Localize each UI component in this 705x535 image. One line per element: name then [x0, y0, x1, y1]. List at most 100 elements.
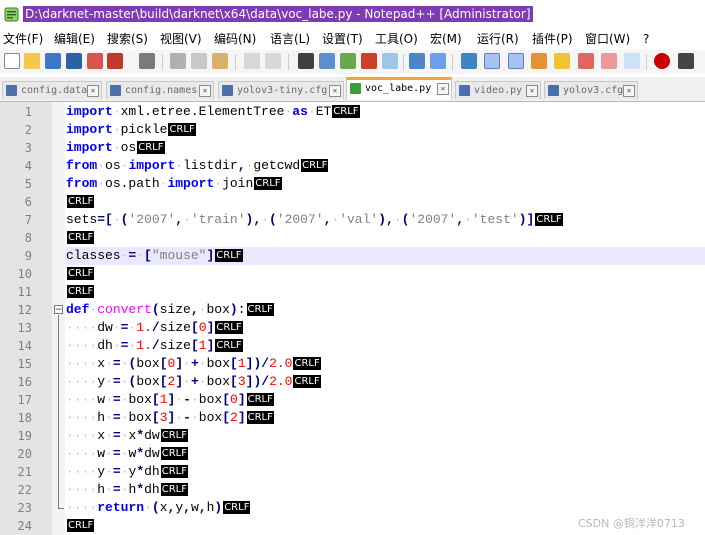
eol-marker: CRLF — [160, 465, 188, 478]
doc-map-icon[interactable] — [508, 53, 524, 69]
copy-icon[interactable] — [191, 53, 207, 69]
code-line[interactable]: ····dw·=·1./size[0] CRLF — [66, 319, 243, 337]
fold-toggle-icon[interactable]: − — [54, 305, 63, 315]
close-all-icon[interactable] — [107, 53, 123, 69]
sync-horizontal-icon[interactable] — [409, 53, 425, 69]
doc-switcher-icon[interactable] — [578, 53, 594, 69]
code-line[interactable]: CRLF — [66, 265, 95, 283]
menu-language[interactable]: 语言(L) — [270, 31, 310, 47]
close-icon[interactable] — [87, 53, 103, 69]
stop-macro-icon[interactable] — [678, 53, 694, 69]
watermark: CSDN @铜洋洋0713 — [578, 517, 685, 530]
redo-icon[interactable] — [265, 53, 281, 69]
tab-close-icon[interactable]: ✕ — [329, 85, 341, 97]
code-line[interactable]: ····h·=·h*dh CRLF — [66, 481, 188, 499]
code-line[interactable]: sets=[·('2007',·'train'),·('2007',·'val'… — [66, 211, 563, 229]
tab-yolov3-tiny-cfg[interactable]: yolov3-tiny.cfg ✕ — [218, 81, 344, 99]
replace-icon[interactable] — [319, 53, 335, 69]
line-number: 1 — [24, 105, 32, 119]
monitoring-icon[interactable] — [601, 53, 617, 69]
code-line[interactable]: ····dh·=·1./size[1] CRLF — [66, 337, 243, 355]
tab-voc-labe-py[interactable]: voc_labe.py ✕ — [346, 77, 452, 100]
code-line[interactable]: CRLF — [66, 193, 95, 211]
line-number: 19 — [17, 429, 32, 443]
menu-macro[interactable]: 宏(M) — [430, 31, 462, 47]
sync-vertical-icon[interactable] — [382, 53, 398, 69]
code-line[interactable]: ····h·=·box[3]·-·box[2] CRLF — [66, 409, 274, 427]
find-icon[interactable] — [298, 53, 314, 69]
menu-file[interactable]: 文件(F) — [3, 31, 43, 47]
code-line[interactable]: ····w·=·w*dw CRLF — [66, 445, 188, 463]
code-line[interactable]: from·os·import·listdir,·getcwd CRLF — [66, 157, 329, 175]
menu-view[interactable]: 视图(V) — [160, 31, 202, 47]
indent-guide-icon[interactable] — [484, 53, 500, 69]
zoom-out-icon[interactable] — [361, 53, 377, 69]
menu-edit[interactable]: 编辑(E) — [54, 31, 95, 47]
menu-window[interactable]: 窗口(W) — [585, 31, 630, 47]
record-macro-icon[interactable] — [654, 53, 670, 69]
eol-marker: CRLF — [535, 213, 563, 226]
save-icon[interactable] — [45, 53, 61, 69]
show-all-characters-icon[interactable] — [461, 53, 477, 69]
code-line[interactable]: def·convert(size,·box): CRLF — [66, 301, 274, 319]
eol-marker: CRLF — [301, 159, 329, 172]
fold-end-mark — [58, 508, 64, 509]
menu-plugins[interactable]: 插件(P) — [532, 31, 573, 47]
tab-label: voc_labe.py — [365, 83, 432, 94]
eol-marker: CRLF — [67, 519, 95, 532]
eol-marker: CRLF — [293, 375, 321, 388]
eol-marker: CRLF — [160, 483, 188, 496]
menu-tools[interactable]: 工具(O) — [375, 31, 418, 47]
paste-icon[interactable] — [212, 53, 228, 69]
tab-video-py[interactable]: video.py ✕ — [455, 81, 541, 99]
menu-run[interactable]: 运行(R) — [477, 31, 519, 47]
tab-config-data[interactable]: config.data ✕ — [2, 81, 102, 99]
save-all-icon[interactable] — [66, 53, 82, 69]
undo-icon[interactable] — [244, 53, 260, 69]
line-number: 21 — [17, 465, 32, 479]
tab-close-icon[interactable]: ✕ — [87, 85, 99, 97]
menu-search[interactable]: 搜索(S) — [107, 31, 148, 47]
menu-encoding[interactable]: 编码(N) — [214, 31, 256, 47]
line-number: 4 — [24, 159, 32, 173]
tab-close-icon[interactable]: ✕ — [199, 85, 211, 97]
line-number: 10 — [17, 267, 32, 281]
tab-close-icon[interactable]: ✕ — [623, 85, 635, 97]
eye-icon[interactable] — [624, 53, 640, 69]
code-line[interactable]: classes·=·["mouse"] CRLF — [66, 247, 243, 265]
line-number: 22 — [17, 483, 32, 497]
code-line[interactable]: import·os CRLF — [66, 139, 165, 157]
zoom-in-icon[interactable] — [340, 53, 356, 69]
tab-close-icon[interactable]: ✕ — [437, 83, 449, 95]
menu-settings[interactable]: 设置(T) — [322, 31, 363, 47]
code-line[interactable]: ····y·=·y*dh CRLF — [66, 463, 188, 481]
print-icon[interactable] — [139, 53, 155, 69]
tab-config-names[interactable]: config.names ✕ — [106, 81, 214, 99]
eol-marker: CRLF — [160, 447, 188, 460]
line-number: 11 — [17, 285, 32, 299]
code-line[interactable]: ····x·=·x*dw CRLF — [66, 427, 188, 445]
tab-close-icon[interactable]: ✕ — [526, 85, 538, 97]
code-line[interactable]: ····w·=·box[1]·-·box[0] CRLF — [66, 391, 274, 409]
code-line[interactable]: ····y·=·(box[2]·+·box[3])/2.0 CRLF — [66, 373, 321, 391]
toolbar-separator — [403, 54, 404, 70]
code-line[interactable]: CRLF — [66, 283, 95, 301]
tab-yolov3-cfg[interactable]: yolov3.cfg ✕ — [544, 81, 638, 99]
open-file-icon[interactable] — [24, 53, 40, 69]
code-line[interactable]: ····x·=·(box[0]·+·box[1])/2.0 CRLF — [66, 355, 321, 373]
folder-workspace-icon[interactable] — [554, 53, 570, 69]
menu-help[interactable]: ? — [643, 31, 649, 47]
cut-icon[interactable] — [170, 53, 186, 69]
code-line[interactable]: ····return·(x,y,w,h) CRLF — [66, 499, 251, 517]
code-line[interactable]: import·xml.etree.ElementTree·as·ET CRLF — [66, 103, 360, 121]
line-number: 23 — [17, 501, 32, 515]
code-line[interactable]: from·os.path·import·join CRLF — [66, 175, 282, 193]
new-file-icon[interactable] — [4, 53, 20, 69]
line-number: 15 — [17, 357, 32, 371]
word-wrap-icon[interactable] — [430, 53, 446, 69]
code-line[interactable]: import·pickle CRLF — [66, 121, 196, 139]
eol-marker: CRLF — [246, 393, 274, 406]
function-list-icon[interactable] — [531, 53, 547, 69]
code-line[interactable]: CRLF — [66, 517, 95, 535]
code-line[interactable]: CRLF — [66, 229, 95, 247]
